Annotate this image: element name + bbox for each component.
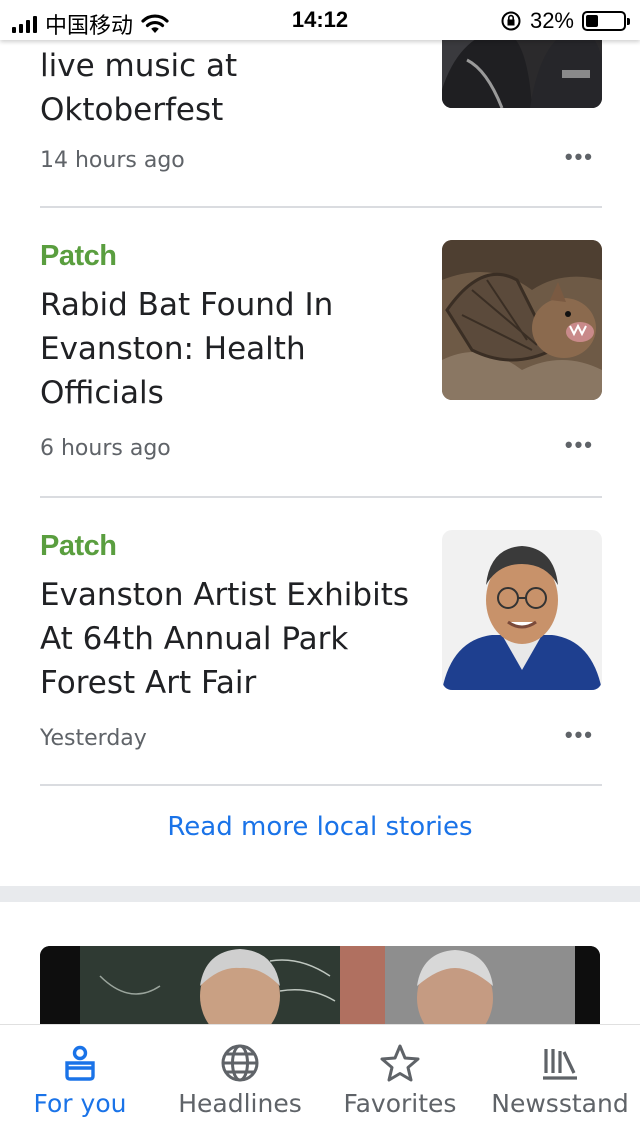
- article-headline[interactable]: live music at Oktoberfest: [40, 44, 420, 132]
- nav-label: For you: [33, 1089, 127, 1118]
- status-bar: 中国移动 14:12 32%: [0, 0, 640, 40]
- article-thumbnail[interactable]: [442, 530, 602, 690]
- photo-bat: [442, 240, 602, 400]
- for-you-icon: [65, 1045, 95, 1081]
- newsstand-icon: [543, 1049, 577, 1080]
- news-card[interactable]: live music at Oktoberfest 14 hours ago •…: [40, 0, 602, 173]
- battery-percent: 32%: [529, 8, 574, 33]
- photo-artist-portrait: [442, 530, 602, 690]
- nav-favorites[interactable]: Favorites: [320, 1025, 480, 1136]
- article-headline[interactable]: Rabid Bat Found In Evanston: Health Offi…: [40, 283, 420, 415]
- article-headline[interactable]: Evanston Artist Exhibits At 64th Annual …: [40, 573, 440, 705]
- news-card[interactable]: Patch Evanston Artist Exhibits At 64th A…: [40, 530, 602, 751]
- photo-news-feature: [40, 946, 600, 1026]
- globe-icon: [221, 1044, 259, 1082]
- status-right: 32%: [500, 8, 630, 34]
- section-separator: [0, 886, 640, 902]
- divider: [40, 496, 602, 498]
- article-time: Yesterday: [40, 726, 147, 751]
- orientation-lock-icon: [501, 11, 521, 31]
- nav-label: Newsstand: [491, 1089, 629, 1118]
- read-more-link[interactable]: Read more local stories: [0, 812, 640, 842]
- featured-article-image[interactable]: [40, 946, 600, 1026]
- nav-label: Favorites: [343, 1089, 457, 1118]
- nav-label: Headlines: [178, 1089, 302, 1118]
- star-icon: [380, 1044, 420, 1082]
- nav-newsstand[interactable]: Newsstand: [480, 1025, 640, 1136]
- more-options-icon[interactable]: •••: [565, 722, 594, 748]
- divider: [40, 784, 602, 786]
- nav-headlines[interactable]: Headlines: [160, 1025, 320, 1136]
- more-options-icon[interactable]: •••: [565, 432, 594, 458]
- article-time: 14 hours ago: [40, 148, 185, 173]
- article-time: 6 hours ago: [40, 436, 171, 461]
- battery-fill: [586, 15, 598, 27]
- article-thumbnail[interactable]: [442, 240, 602, 400]
- divider: [40, 206, 602, 208]
- news-card[interactable]: Patch Rabid Bat Found In Evanston: Healt…: [40, 240, 602, 461]
- bottom-navigation: For you Headlines Favorites Newsstand: [0, 1024, 640, 1136]
- more-options-icon[interactable]: •••: [565, 144, 594, 170]
- nav-for-you[interactable]: For you: [0, 1025, 160, 1136]
- battery-icon: [582, 11, 630, 31]
